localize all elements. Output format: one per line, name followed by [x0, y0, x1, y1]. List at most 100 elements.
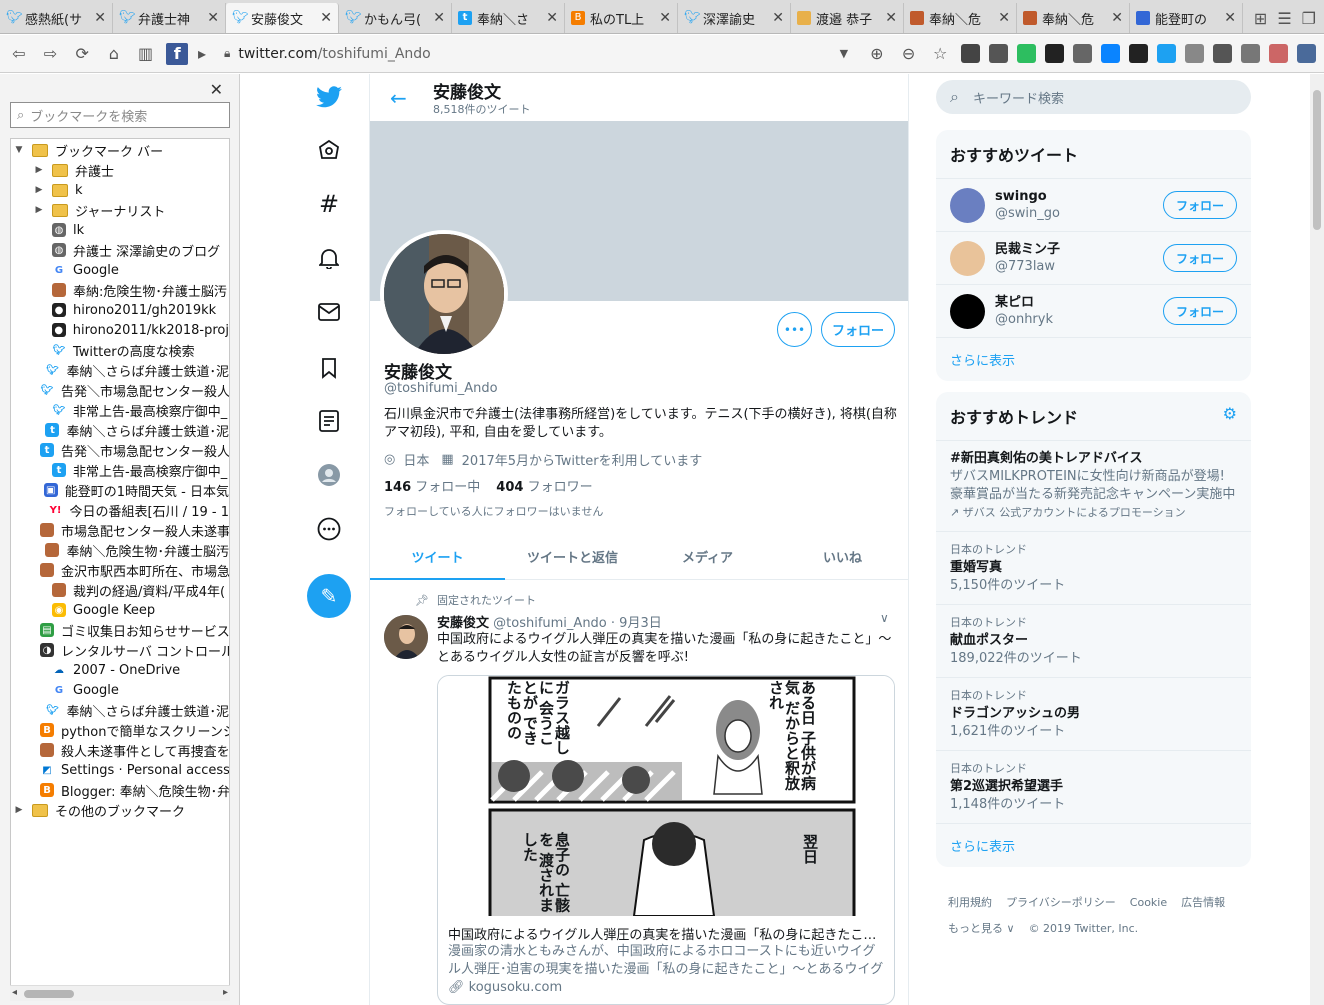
footer-link[interactable]: 利用規約: [948, 896, 992, 909]
twitter-logo-icon[interactable]: [314, 82, 344, 112]
expand-arrow-icon[interactable]: ▶: [33, 185, 45, 195]
keyword-search-input[interactable]: ⌕ キーワード検索: [936, 80, 1251, 114]
bookmark-item[interactable]: B Blogger: 奉納＼危険生物･弁: [13, 780, 229, 800]
bookmark-nav-icon[interactable]: [314, 353, 344, 383]
close-tab-icon[interactable]: ✕: [1224, 10, 1236, 26]
close-sidebar-icon[interactable]: ✕: [210, 80, 223, 99]
expand-arrow-icon[interactable]: ▶: [13, 805, 25, 815]
extension-ext-icon[interactable]: [961, 44, 981, 63]
bookmark-item[interactable]: ◑ レンタルサーバ コントロール: [13, 640, 229, 660]
expand-arrow-icon[interactable]: ▶: [33, 205, 45, 215]
bookmark-item[interactable]: ● hirono2011/kk2018-proj: [13, 320, 229, 340]
bookmark-item[interactable]: 🐦︎ 告発＼市場急配センター殺人: [13, 380, 229, 400]
bookmark-item[interactable]: ● hirono2011/gh2019kk: [13, 300, 229, 320]
extension-av-icon[interactable]: [1269, 44, 1289, 63]
bookmark-item[interactable]: G Google: [13, 680, 229, 700]
following-link[interactable]: 146 フォロー中: [384, 476, 480, 495]
extension-ed-icon[interactable]: [1129, 44, 1149, 63]
scrollbar-thumb[interactable]: [24, 990, 74, 998]
close-tab-icon[interactable]: ✕: [94, 10, 106, 26]
close-tab-icon[interactable]: ✕: [1111, 10, 1123, 26]
browser-tab[interactable]: 🐦︎ 感熱紙(サ ✕: [0, 3, 113, 33]
browser-tab[interactable]: 奉納＼危 ✕: [904, 3, 1017, 33]
notifications-bell-icon[interactable]: [314, 243, 344, 273]
user-avatar[interactable]: [950, 240, 985, 276]
bookmark-item[interactable]: ◍ lk: [13, 220, 229, 240]
bookmark-item[interactable]: 🐦︎ Twitterの高度な検索: [13, 340, 229, 360]
browser-tab[interactable]: 🐦︎ かもん弓(✕: [339, 3, 452, 33]
expand-arrow-icon[interactable]: ▼: [13, 145, 25, 155]
suggested-user[interactable]: swingo @swin_go フォロー: [936, 179, 1251, 232]
follow-button[interactable]: フォロー: [1163, 244, 1237, 272]
link-card[interactable]: ある日 子供が病気 だからと釈放され ガラス越しに 会うことが できたものの 翌…: [437, 675, 895, 1005]
page-scrollbar[interactable]: [1310, 74, 1324, 1005]
browser-tab[interactable]: 🐦︎ 弁護士神 ✕: [113, 3, 226, 33]
bookmark-item[interactable]: t 非常上告-最高検察庁御中_: [13, 460, 229, 480]
zoom-in-icon[interactable]: ⊕: [866, 43, 888, 65]
trend-item[interactable]: 日本のトレンド 献血ポスター 189,022件のツイート: [936, 605, 1251, 678]
expand-arrow-icon[interactable]: ▶: [33, 165, 45, 175]
new-tab-icon[interactable]: ⊞: [1254, 9, 1267, 28]
bookmark-folder[interactable]: ▶ 弁護士: [13, 160, 229, 180]
trend-item[interactable]: 日本のトレンド ドラゴンアッシュの男 1,621件のツイート: [936, 678, 1251, 751]
close-tab-icon[interactable]: ✕: [998, 10, 1010, 26]
trend-item[interactable]: 日本のトレンド 重婚写真 5,150件のツイート: [936, 532, 1251, 605]
footer-link[interactable]: Cookie: [1130, 896, 1167, 909]
tweet-author-name[interactable]: 安藤俊文: [437, 616, 489, 631]
scroll-right-icon[interactable]: ▸: [223, 987, 228, 998]
bookmarks-panel-icon[interactable]: ▥: [135, 43, 157, 65]
promoted-trend[interactable]: #新田真剣佑の美トレアドバイス ザバスMILKPROTEINに女性向け新商品が登…: [936, 441, 1251, 532]
bookmark-item[interactable]: 殺人未遂事件として再捜査を: [13, 740, 229, 760]
bookmark-item[interactable]: Bpythonで簡単なスクリーンシ: [13, 720, 229, 740]
extension-av2-icon[interactable]: [1297, 44, 1317, 63]
extension-ext3-icon[interactable]: [1241, 44, 1261, 63]
explore-hashtag-icon[interactable]: #: [314, 189, 344, 219]
bookmark-folder[interactable]: ▶ k: [13, 180, 229, 200]
horizontal-scrollbar[interactable]: ◂ ▸: [10, 985, 230, 1001]
footer-link[interactable]: 広告情報: [1181, 896, 1225, 909]
bookmark-item[interactable]: 裁判の経過/資料/平成4年(: [13, 580, 229, 600]
close-tab-icon[interactable]: ✕: [772, 10, 784, 26]
profile-tab[interactable]: ツイート: [370, 534, 505, 580]
address-bar[interactable]: 🔒︎ twitter.com/toshifumi_Ando ▼: [216, 41, 856, 67]
followers-link[interactable]: 404 フォロワー: [496, 476, 592, 495]
messages-envelope-icon[interactable]: [314, 297, 344, 327]
close-tab-icon[interactable]: ✕: [659, 10, 671, 26]
bookmark-item[interactable]: ☁ 2007 - OneDrive: [13, 660, 229, 680]
close-tab-icon[interactable]: ✕: [320, 10, 332, 26]
bookmark-item[interactable]: Y! 今日の番組表[石川 / 19 - 1: [13, 500, 229, 520]
extension-ever-icon[interactable]: [1017, 44, 1037, 63]
browser-tab[interactable]: t 奉納＼さ ✕: [452, 3, 565, 33]
bookmark-item[interactable]: ▣ 能登町の1時間天気 - 日本気: [13, 480, 229, 500]
user-avatar[interactable]: [950, 187, 985, 223]
profile-more-button[interactable]: •••: [777, 312, 812, 347]
bookmark-folder[interactable]: ▶ ジャーナリスト: [13, 200, 229, 220]
user-avatar[interactable]: [950, 293, 985, 329]
more-arrow-icon[interactable]: ▸: [198, 43, 206, 65]
browser-tab[interactable]: B 私のTL上 ✕: [565, 3, 678, 33]
profile-avatar[interactable]: [380, 230, 508, 358]
bookmark-item[interactable]: 🐦︎ 非常上告-最高検察庁御中_: [13, 400, 229, 420]
profile-follow-button[interactable]: フォロー: [821, 312, 895, 347]
close-tab-icon[interactable]: ✕: [885, 10, 897, 26]
bookmark-item[interactable]: 🐦︎ 奉納＼さらば弁護士鉄道･泥: [13, 700, 229, 720]
close-tab-icon[interactable]: ✕: [546, 10, 558, 26]
browser-tab[interactable]: 渡邉 恭子 ✕: [791, 3, 904, 33]
more-nav-icon[interactable]: [314, 514, 344, 544]
zoom-out-icon[interactable]: ⊖: [898, 43, 920, 65]
bookmark-item[interactable]: 🐦︎ 奉納＼さらば弁護士鉄道･泥: [13, 360, 229, 380]
window-icon[interactable]: ❐: [1302, 9, 1316, 28]
bookmark-item[interactable]: 金沢市駅西本町所在、市場急: [13, 560, 229, 580]
suggested-user[interactable]: 民裁ミン子 @773law フォロー: [936, 232, 1251, 285]
trend-item[interactable]: 日本のトレンド 第2巡選択希望選手 1,148件のツイート: [936, 751, 1251, 824]
card-link[interactable]: 🔗︎ kogusoku.com: [448, 980, 562, 995]
follow-button[interactable]: フォロー: [1163, 297, 1237, 325]
bookmark-item[interactable]: 市場急配センター殺人未遂事: [13, 520, 229, 540]
lists-icon[interactable]: [314, 406, 344, 436]
back-arrow-icon[interactable]: ←: [390, 86, 407, 110]
browser-tab[interactable]: 🐦︎ 安藤俊文 ✕: [226, 3, 339, 33]
menu-icon[interactable]: ☰: [1277, 9, 1291, 28]
footer-link[interactable]: プライバシーポリシー: [1006, 896, 1116, 909]
home-nav-icon[interactable]: [314, 135, 344, 165]
bookmark-item[interactable]: ◍ 弁護士 深澤諭史のブログ: [13, 240, 229, 260]
